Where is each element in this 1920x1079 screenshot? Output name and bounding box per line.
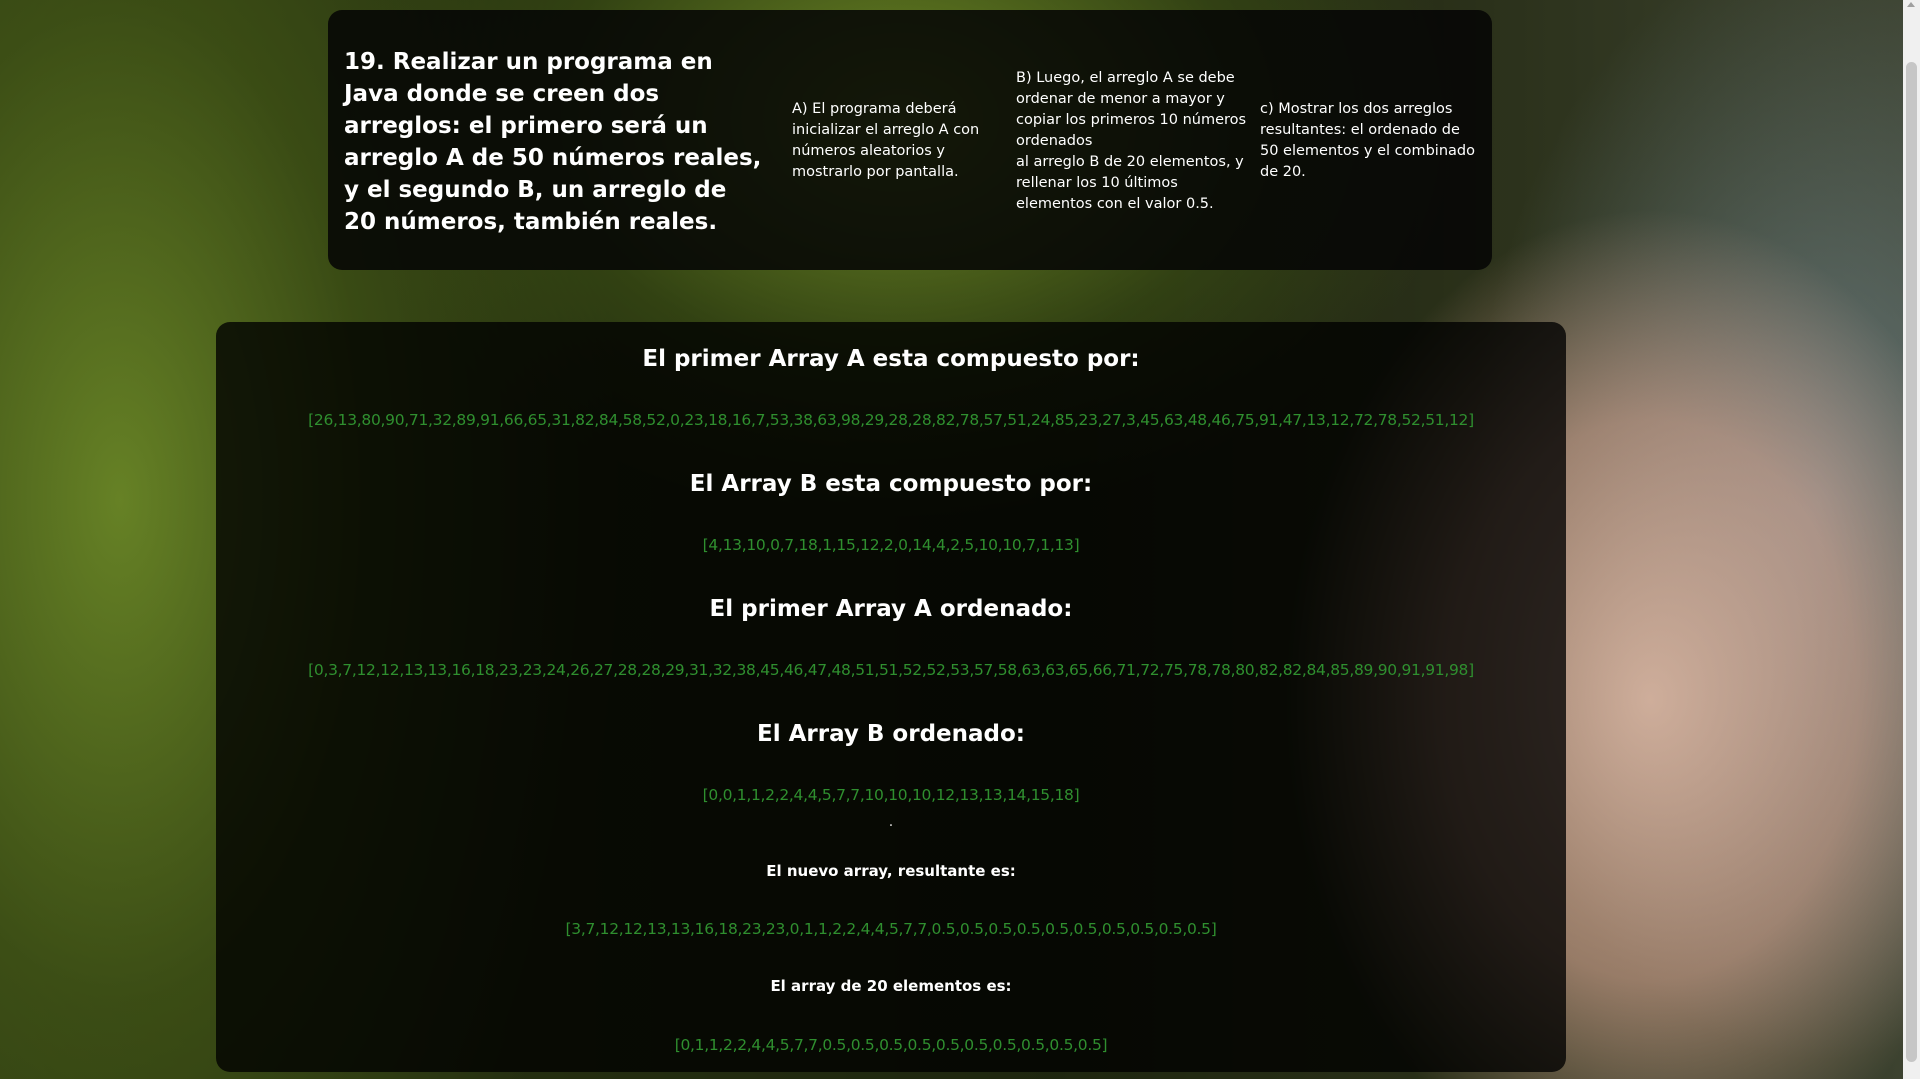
instruction-c: c) Mostrar los dos arreglos resultantes:… [1260,101,1475,180]
array-b-sorted-values: [0,0,1,1,2,2,4,4,5,7,7,10,10,10,12,13,13… [702,786,1080,804]
separator-dot: . [888,814,894,830]
array-a-sorted-heading: El primer Array A ordenado: [709,596,1073,622]
header-card: 19. Realizar un programa en Java donde s… [328,10,1492,270]
instruction-a: A) El programa deberá inicializar el arr… [792,101,980,180]
results-card: El primer Array A esta compuesto por: [2… [216,322,1566,1072]
array-a-sorted-values: [0,3,7,12,12,13,13,16,18,23,23,24,26,27,… [308,661,1474,679]
array-a-heading: El primer Array A esta compuesto por: [642,346,1140,372]
exercise-title: 19. Realizar un programa en Java donde s… [344,49,762,235]
new-array-heading: El nuevo array, resultante es: [766,862,1016,880]
scroll-up-arrow-icon[interactable] [1907,2,1915,7]
new-array-values: [3,7,12,12,13,13,16,18,23,23,0,1,1,2,2,4… [565,920,1217,938]
array-b-sorted-heading: El Array B ordenado: [756,721,1025,747]
array-b-heading: El Array B esta compuesto por: [689,471,1093,497]
scrollbar-thumb[interactable] [1906,62,1917,1062]
vertical-scrollbar[interactable] [1903,0,1920,1079]
array-20-heading: El array de 20 elementos es: [770,977,1012,995]
array-a-values: [26,13,80,90,71,32,89,91,66,65,31,82,84,… [308,411,1474,429]
array-b-values: [4,13,10,0,7,18,1,15,12,2,0,14,4,2,5,10,… [702,536,1080,554]
array-20-values: [0,1,1,2,2,4,4,5,7,7,0.5,0.5,0.5,0.5,0.5… [674,1036,1108,1054]
instruction-b: B) Luego, el arreglo A se debe ordenar d… [1016,70,1247,212]
